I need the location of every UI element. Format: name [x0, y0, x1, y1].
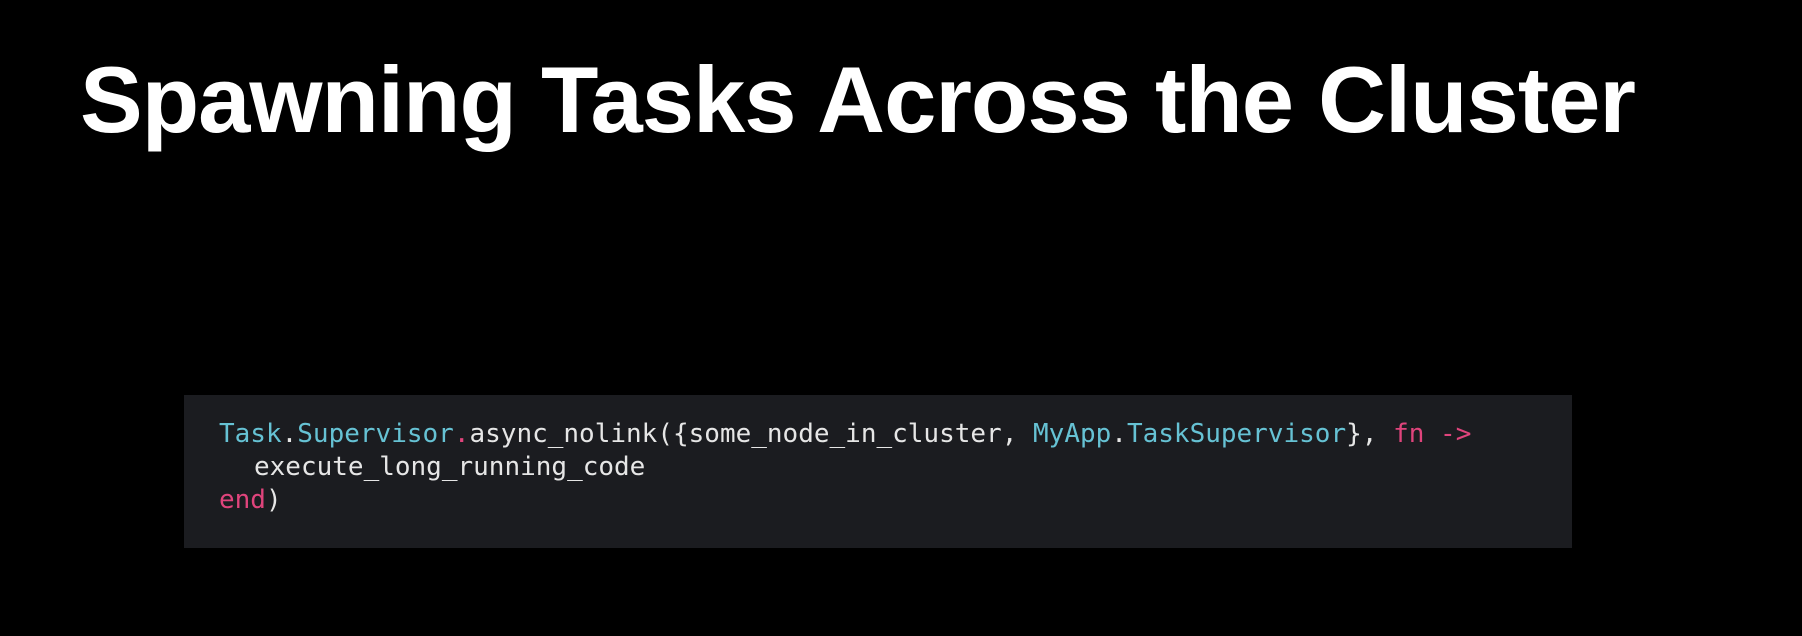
code-token-module: TaskSupervisor: [1126, 419, 1347, 449]
code-token-call: execute_long_running_code: [254, 452, 646, 482]
slide-title: Spawning Tasks Across the Cluster: [80, 47, 1636, 152]
code-token-module: Task: [219, 419, 282, 449]
code-line-2: execute_long_running_code: [219, 451, 1572, 484]
code-token-dot: .: [1111, 419, 1127, 449]
code-token-keyword-end: end: [219, 485, 266, 515]
code-block: Task.Supervisor.async_nolink({some_node_…: [184, 395, 1572, 548]
code-token-arrow: ->: [1440, 419, 1472, 449]
code-token-function: async_nolink({some_node_in_cluster,: [469, 419, 1034, 449]
code-token-dot: .: [281, 419, 298, 449]
code-token-punctuation: ): [265, 485, 282, 515]
code-token-module: MyApp: [1033, 419, 1112, 449]
code-token-keyword-fn: fn: [1393, 419, 1425, 449]
code-token-module: Supervisor: [297, 419, 454, 449]
code-line-1: Task.Supervisor.async_nolink({some_node_…: [219, 418, 1572, 451]
code-token-dot: .: [453, 419, 470, 449]
code-token-punctuation: },: [1346, 419, 1394, 449]
code-line-3: end): [219, 484, 1572, 517]
